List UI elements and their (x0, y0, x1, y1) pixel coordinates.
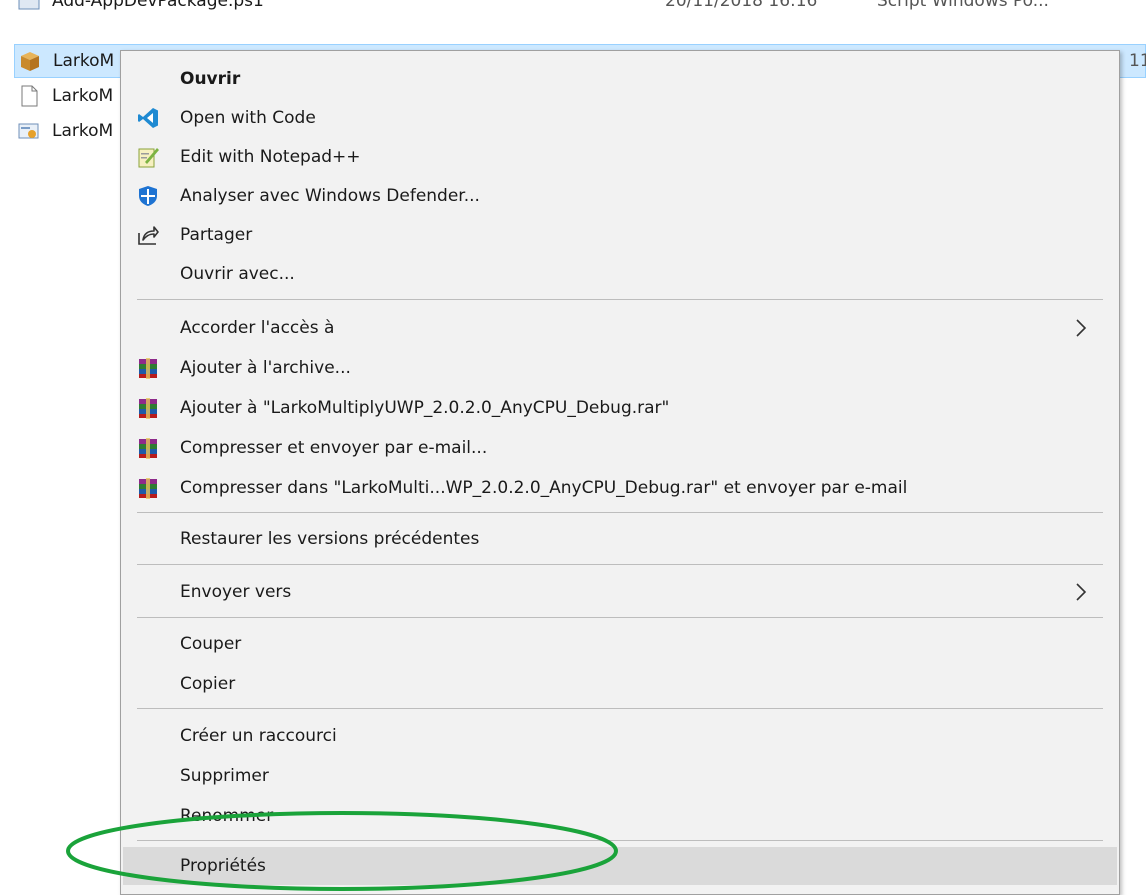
menu-item-send-to[interactable]: Envoyer vers (123, 573, 1117, 611)
context-menu: Ouvrir Open with Code Edit with Notepad+… (120, 50, 1120, 895)
menu-item-create-shortcut[interactable]: Créer un raccourci (123, 717, 1117, 755)
menu-item-open[interactable]: Ouvrir (123, 60, 1117, 98)
menu-item-label: Copier (180, 674, 236, 694)
file-name: LarkoM (53, 51, 115, 71)
menu-item-label: Créer un raccourci (180, 726, 337, 746)
menu-item-edit-notepadpp[interactable]: Edit with Notepad++ (123, 138, 1117, 176)
winrar-icon (137, 357, 159, 379)
menu-item-label: Ajouter à l'archive... (180, 358, 351, 378)
menu-separator (137, 564, 1103, 565)
file-date: 20/11/2018 16:16 (665, 0, 818, 11)
file-name: Add-AppDevPackage.ps1 (52, 0, 264, 11)
menu-item-grant-access[interactable]: Accorder l'accès à (123, 309, 1117, 347)
menu-item-compress-rar-email[interactable]: Compresser dans "LarkoMulti...WP_2.0.2.0… (123, 469, 1117, 507)
menu-item-label: Open with Code (180, 108, 316, 128)
menu-item-rename[interactable]: Renommer (123, 797, 1117, 835)
winrar-icon (137, 437, 159, 459)
file-size: 11 (1129, 51, 1146, 71)
menu-item-share[interactable]: Partager (123, 216, 1117, 254)
menu-item-label: Compresser et envoyer par e-mail... (180, 438, 488, 458)
menu-item-label: Propriétés (180, 856, 266, 876)
certificate-icon (18, 120, 40, 142)
menu-item-add-to-rar[interactable]: Ajouter à "LarkoMultiplyUWP_2.0.2.0_AnyC… (123, 389, 1117, 427)
menu-separator (137, 299, 1103, 300)
vscode-icon (137, 107, 159, 129)
winrar-icon (137, 477, 159, 499)
menu-item-label: Ouvrir avec... (180, 264, 295, 284)
menu-item-label: Accorder l'accès à (180, 318, 335, 338)
notepadpp-icon (137, 146, 159, 168)
menu-item-label: Envoyer vers (180, 582, 292, 602)
menu-item-restore-versions[interactable]: Restaurer les versions précédentes (123, 520, 1117, 558)
menu-item-cut[interactable]: Couper (123, 625, 1117, 663)
menu-separator (137, 840, 1103, 841)
file-type: Script Windows Po... (877, 0, 1049, 11)
share-icon (137, 224, 159, 246)
menu-item-copy[interactable]: Copier (123, 665, 1117, 703)
blank-file-icon (18, 85, 40, 107)
menu-separator (137, 512, 1103, 513)
menu-item-label: Renommer (180, 806, 274, 826)
chevron-right-icon (1075, 582, 1087, 602)
menu-item-properties[interactable]: Propriétés (123, 847, 1117, 885)
menu-item-label: Compresser dans "LarkoMulti...WP_2.0.2.0… (180, 478, 908, 498)
menu-item-label: Edit with Notepad++ (180, 147, 361, 167)
menu-item-open-with[interactable]: Ouvrir avec... (123, 255, 1117, 293)
menu-item-delete[interactable]: Supprimer (123, 757, 1117, 795)
windows-defender-shield-icon (137, 185, 159, 207)
menu-item-label: Ouvrir (180, 69, 241, 89)
menu-item-label: Analyser avec Windows Defender... (180, 186, 480, 206)
menu-item-label: Ajouter à "LarkoMultiplyUWP_2.0.2.0_AnyC… (180, 398, 670, 418)
file-row[interactable]: Add-AppDevPackage.ps1 20/11/2018 16:16 S… (14, 0, 1146, 18)
menu-separator (137, 708, 1103, 709)
menu-item-open-with-code[interactable]: Open with Code (123, 99, 1117, 137)
powershell-script-icon (18, 0, 40, 12)
file-name: LarkoM (52, 121, 114, 141)
menu-item-label: Restaurer les versions précédentes (180, 529, 480, 549)
menu-item-label: Supprimer (180, 766, 269, 786)
file-name: LarkoM (52, 86, 114, 106)
winrar-icon (137, 397, 159, 419)
menu-item-label: Couper (180, 634, 242, 654)
menu-item-add-archive[interactable]: Ajouter à l'archive... (123, 349, 1117, 387)
menu-item-windows-defender[interactable]: Analyser avec Windows Defender... (123, 177, 1117, 215)
menu-separator (137, 617, 1103, 618)
chevron-right-icon (1075, 318, 1087, 338)
menu-item-compress-email[interactable]: Compresser et envoyer par e-mail... (123, 429, 1117, 467)
menu-item-label: Partager (180, 225, 253, 245)
package-box-icon (19, 50, 41, 72)
